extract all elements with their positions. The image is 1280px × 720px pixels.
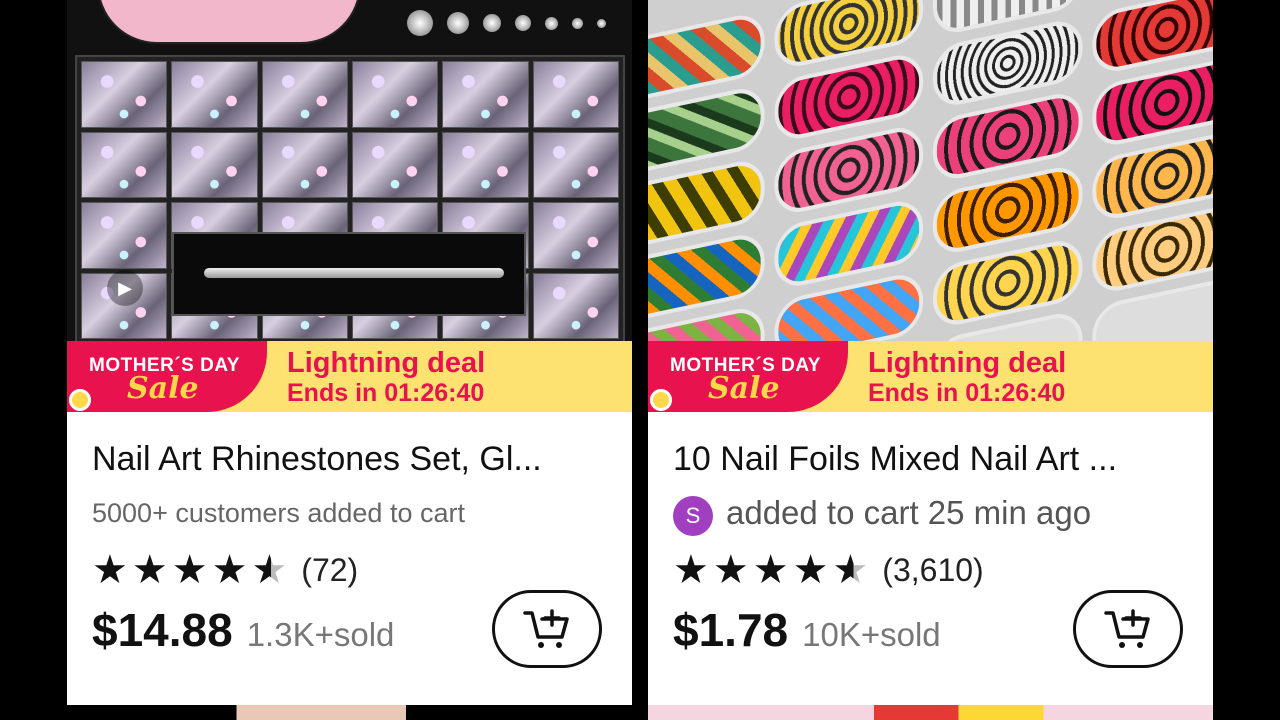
deal-banner: MOTHER´S DAY Sale Lightning deal Ends in… — [648, 341, 1213, 412]
sale-badge: MOTHER´S DAY Sale — [67, 341, 267, 412]
star-icon: ★ — [92, 548, 128, 592]
review-count: (72) — [301, 551, 359, 588]
product-card[interactable]: MOTHER´S DAY Sale Lightning deal Ends in… — [648, 0, 1213, 705]
flower-icon — [650, 389, 672, 411]
product-title[interactable]: 10 Nail Foils Mixed Nail Art ... — [673, 440, 1203, 479]
sold-count: 10K+sold — [802, 616, 941, 653]
avatar: S — [673, 496, 713, 536]
star-icon: ★ — [673, 548, 709, 592]
flower-icon — [69, 389, 91, 411]
half-star-icon: ★ — [251, 548, 288, 592]
star-icon: ★ — [752, 548, 789, 592]
pen-slot — [172, 232, 526, 316]
sold-count: 1.3K+sold — [246, 616, 395, 653]
star-icon: ★ — [131, 548, 168, 592]
sale-badge-script: Sale — [127, 371, 199, 406]
star-icon: ★ — [792, 548, 829, 592]
star-icon: ★ — [712, 548, 749, 592]
product-card[interactable]: ▶ MOTHER´S DAY Sale Lightning deal Ends … — [67, 0, 632, 705]
social-proof: 5000+ customers added to cart — [92, 498, 465, 528]
price-row: $14.88 1.3K+sold — [92, 603, 394, 657]
cart-plus-icon — [1104, 609, 1150, 648]
price: $1.78 — [673, 604, 789, 656]
deal-countdown: Ends in 01:26:40 — [287, 379, 485, 407]
rating-stars: ★ ★ ★ ★ ★ (3,610) — [673, 550, 984, 590]
rating-stars: ★ ★ ★ ★ ★ (72) — [92, 550, 358, 590]
star-icon: ★ — [171, 548, 208, 592]
half-star-icon: ★ — [832, 548, 869, 592]
sale-badge-script: Sale — [708, 371, 780, 406]
deal-banner: MOTHER´S DAY Sale Lightning deal Ends in… — [67, 341, 632, 412]
deal-title: Lightning deal — [287, 347, 486, 379]
deal-title: Lightning deal — [868, 347, 1067, 379]
add-to-cart-button[interactable] — [492, 590, 602, 668]
next-product-image[interactable] — [648, 705, 1213, 720]
social-proof: added to cart 25 min ago — [726, 494, 1092, 531]
play-icon[interactable]: ▶ — [107, 270, 143, 306]
sale-badge: MOTHER´S DAY Sale — [648, 341, 848, 412]
gem-samples — [407, 8, 617, 38]
price-row: $1.78 10K+sold — [673, 603, 941, 657]
star-icon: ★ — [211, 548, 248, 592]
price: $14.88 — [92, 604, 233, 656]
add-to-cart-button[interactable] — [1073, 590, 1183, 668]
deal-countdown: Ends in 01:26:40 — [868, 379, 1066, 407]
review-count: (3,610) — [882, 551, 984, 588]
nail-tips-decor — [97, 0, 361, 44]
next-product-image[interactable] — [67, 705, 632, 720]
product-title[interactable]: Nail Art Rhinestones Set, Gl... — [92, 440, 622, 479]
cart-plus-icon — [523, 609, 569, 648]
